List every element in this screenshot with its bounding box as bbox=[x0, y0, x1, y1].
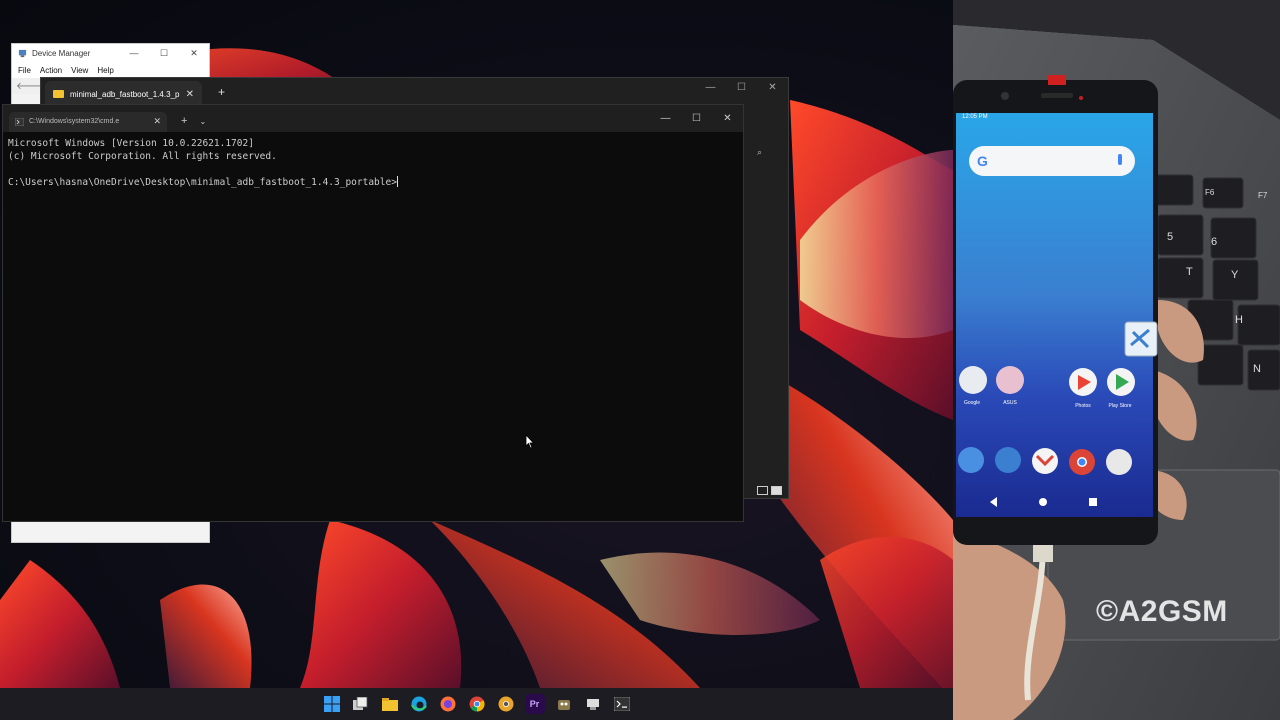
file-explorer-icon[interactable] bbox=[380, 694, 400, 714]
svg-text:G: G bbox=[977, 153, 988, 169]
svg-text:F6: F6 bbox=[1205, 188, 1215, 197]
app-label-google: Google bbox=[963, 400, 981, 406]
search-icon[interactable]: ⌕ bbox=[757, 147, 762, 158]
back-arrow-icon[interactable]: 🡐 bbox=[16, 80, 43, 92]
premiere-pro-label: Pr bbox=[529, 699, 540, 709]
menu-action[interactable]: Action bbox=[40, 66, 62, 75]
close-tab-icon[interactable]: ✕ bbox=[153, 116, 161, 127]
terminal-maximize-button[interactable]: ☐ bbox=[681, 105, 712, 132]
terminal-minimize-button[interactable]: — bbox=[650, 105, 681, 132]
task-view-icon[interactable] bbox=[351, 694, 371, 714]
terminal-close-button[interactable]: ✕ bbox=[712, 105, 743, 132]
new-tab-button[interactable]: + bbox=[181, 115, 187, 127]
terminal-line: Microsoft Windows [Version 10.0.22621.17… bbox=[8, 138, 254, 149]
view-toggle bbox=[757, 486, 782, 495]
taskbar: Pr bbox=[0, 688, 953, 720]
chrome-icon[interactable] bbox=[467, 694, 487, 714]
terminal-window[interactable]: C:\Windows\system32\cmd.e ✕ + ⌄ — ☐ ✕ Mi… bbox=[2, 104, 744, 522]
terminal-prompt: C:\Users\hasna\OneDrive\Desktop\minimal_… bbox=[8, 177, 397, 189]
explorer-maximize-button[interactable]: ☐ bbox=[726, 78, 757, 98]
explorer-close-button[interactable]: ✕ bbox=[757, 78, 788, 98]
svg-text:5: 5 bbox=[1167, 231, 1173, 243]
app-icon[interactable] bbox=[583, 694, 603, 714]
chrome-canary-icon[interactable] bbox=[496, 694, 516, 714]
terminal-tab-label: C:\Windows\system32\cmd.e bbox=[29, 118, 120, 125]
close-tab-icon[interactable]: ✕ bbox=[186, 89, 194, 100]
details-view-icon[interactable] bbox=[757, 486, 768, 495]
edge-icon[interactable] bbox=[409, 694, 429, 714]
explorer-tab-strip: minimal_adb_fastboot_1.4.3_p ✕ + bbox=[41, 78, 788, 107]
device-manager-title: Device Manager bbox=[32, 49, 91, 58]
new-tab-button[interactable]: + bbox=[218, 85, 225, 99]
mouse-cursor-icon bbox=[525, 434, 535, 449]
minimize-button[interactable]: — bbox=[119, 48, 149, 59]
terminal-prompt-line[interactable]: C:\Users\hasna\OneDrive\Desktop\minimal_… bbox=[8, 176, 738, 190]
terminal-titlebar[interactable]: C:\Windows\system32\cmd.e ✕ + ⌄ — ☐ ✕ bbox=[3, 105, 743, 132]
chevron-down-icon[interactable]: ⌄ bbox=[199, 117, 206, 126]
app-label-photos: Photos bbox=[1075, 403, 1091, 409]
device-manager-icon bbox=[18, 49, 27, 58]
premiere-pro-icon[interactable]: Pr bbox=[524, 694, 545, 714]
menu-file[interactable]: File bbox=[18, 66, 31, 75]
windows-start-icon[interactable] bbox=[322, 694, 342, 714]
svg-text:6: 6 bbox=[1211, 236, 1217, 248]
svg-text:T: T bbox=[1186, 266, 1193, 278]
terminal-tab[interactable]: C:\Windows\system32\cmd.e ✕ bbox=[9, 111, 167, 132]
folder-icon bbox=[53, 90, 64, 98]
close-button[interactable]: ✕ bbox=[179, 48, 209, 59]
svg-text:F7: F7 bbox=[1258, 191, 1268, 200]
firefox-icon[interactable] bbox=[438, 694, 458, 714]
app-label-asus: ASUS bbox=[1003, 400, 1017, 406]
svg-text:Y: Y bbox=[1231, 269, 1239, 281]
svg-text:N: N bbox=[1253, 363, 1261, 375]
device-manager-titlebar[interactable]: Device Manager — ☐ ✕ bbox=[12, 44, 209, 63]
text-caret bbox=[396, 176, 398, 188]
menu-view[interactable]: View bbox=[71, 66, 88, 75]
explorer-tab-label: minimal_adb_fastboot_1.4.3_p bbox=[70, 89, 180, 99]
phone-status-time: 12:05 PM bbox=[962, 114, 988, 120]
terminal-icon[interactable] bbox=[612, 694, 632, 714]
explorer-minimize-button[interactable]: — bbox=[695, 78, 726, 98]
terminal-output[interactable]: Microsoft Windows [Version 10.0.22621.17… bbox=[3, 132, 743, 196]
menu-help[interactable]: Help bbox=[97, 66, 113, 75]
maximize-button[interactable]: ☐ bbox=[149, 48, 179, 59]
app-label-play-store: Play Store bbox=[1108, 403, 1132, 409]
device-manager-menubar: File Action View Help bbox=[12, 63, 209, 78]
cmd-icon bbox=[15, 117, 24, 126]
gimp-icon[interactable] bbox=[554, 694, 574, 714]
svg-text:H: H bbox=[1235, 314, 1243, 326]
watermark-text: ©A2GSM bbox=[1096, 595, 1228, 628]
tiles-view-icon[interactable] bbox=[771, 486, 782, 495]
terminal-line: (c) Microsoft Corporation. All rights re… bbox=[8, 150, 277, 162]
